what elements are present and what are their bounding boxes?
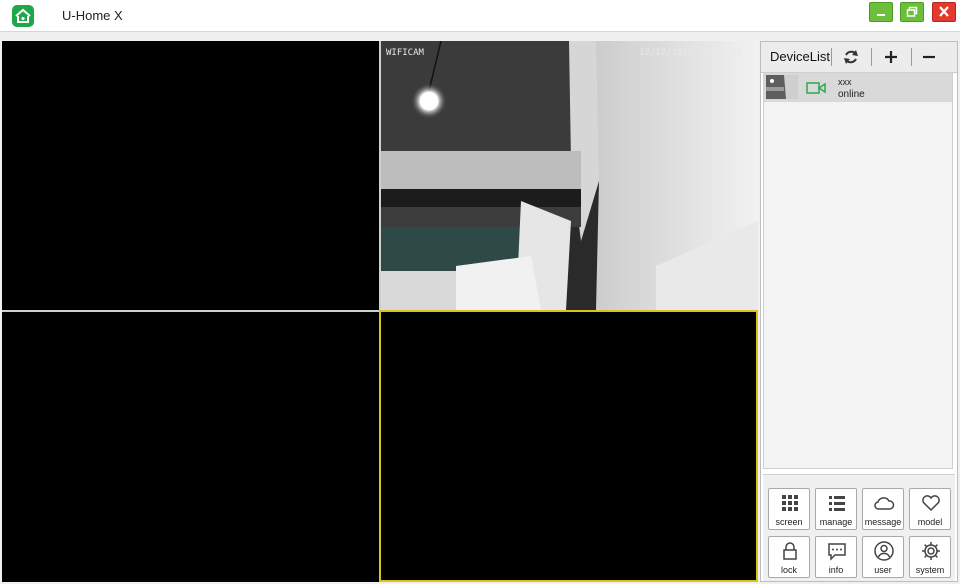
heart-icon — [922, 495, 940, 512]
device-name: xxx — [838, 77, 852, 87]
title-bar: U-Home X — [0, 0, 960, 32]
window-title: U-Home X — [62, 8, 123, 23]
user-icon — [874, 541, 894, 561]
function-toolbar: screen manage message model lock info us… — [763, 474, 955, 581]
info-label: info — [828, 565, 844, 575]
message-button[interactable]: message — [862, 488, 904, 530]
video-cell-3[interactable] — [2, 312, 379, 582]
restore-icon — [906, 6, 918, 17]
refresh-icon — [844, 50, 858, 64]
camera-timestamp: 12/12/2016 16:49:05 — [639, 48, 742, 58]
model-button[interactable]: model — [909, 488, 951, 530]
add-icon — [885, 51, 897, 63]
device-panel: DeviceList xxx online screen manage mess… — [760, 41, 958, 582]
refresh-button[interactable] — [841, 47, 861, 67]
device-panel-header: DeviceList — [761, 42, 957, 73]
list-icon — [829, 496, 845, 511]
minimize-icon — [877, 14, 885, 16]
chat-icon — [828, 543, 846, 561]
restore-button[interactable] — [900, 2, 924, 22]
house-app-icon — [12, 5, 34, 27]
manage-label: manage — [819, 517, 853, 527]
camera-feed-image — [381, 41, 758, 310]
lock-icon — [783, 542, 797, 560]
model-label: model — [917, 517, 943, 527]
info-button[interactable]: info — [815, 536, 857, 578]
remove-icon — [923, 55, 935, 59]
header-divider — [911, 48, 912, 66]
close-button[interactable] — [932, 2, 956, 22]
camera-label: WIFICAM — [386, 48, 424, 58]
user-button[interactable]: user — [862, 536, 904, 578]
screen-label: screen — [775, 517, 803, 527]
header-divider — [831, 48, 832, 66]
message-label: message — [864, 517, 902, 527]
grid-icon — [782, 495, 798, 511]
header-divider — [871, 48, 872, 66]
user-label: user — [874, 565, 892, 575]
video-grid: WIFICAM 12/12/2016 16:49:05 — [2, 41, 758, 582]
video-cell-4-selected[interactable] — [379, 310, 758, 582]
lock-label: lock — [780, 565, 797, 575]
cloud-icon — [874, 497, 895, 510]
system-button[interactable]: system — [909, 536, 951, 578]
device-status: online — [838, 89, 865, 100]
camera-icon — [806, 81, 826, 95]
lock-button[interactable]: lock — [768, 536, 810, 578]
device-thumbnail — [766, 75, 798, 99]
minimize-button[interactable] — [869, 2, 893, 22]
close-icon — [939, 6, 949, 17]
screen-button[interactable]: screen — [768, 488, 810, 530]
gear-icon — [922, 542, 940, 560]
device-list[interactable]: xxx online — [763, 72, 953, 469]
add-device-button[interactable] — [881, 47, 901, 67]
device-list-title: DeviceList — [770, 49, 830, 64]
remove-device-button[interactable] — [919, 47, 939, 67]
manage-button[interactable]: manage — [815, 488, 857, 530]
system-label: system — [915, 565, 945, 575]
video-cell-2[interactable]: WIFICAM 12/12/2016 16:49:05 — [381, 41, 758, 310]
video-cell-1[interactable] — [2, 41, 379, 310]
device-row[interactable]: xxx online — [764, 73, 952, 102]
